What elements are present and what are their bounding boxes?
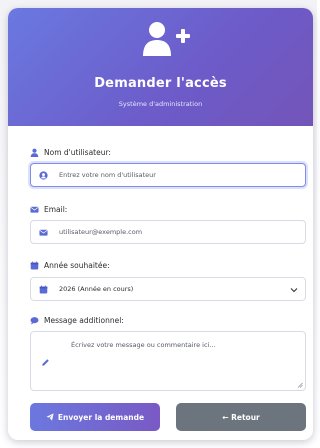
year-label: Année souhaitée: [30,261,110,270]
email-label-text: Email: [44,205,68,214]
message-textarea[interactable]: Écrivez votre message ou commentaire ici… [30,331,306,391]
username-input[interactable]: Entrez votre nom d'utilisateur [30,163,306,187]
chevron-down-icon [290,288,298,293]
comment-icon [30,317,39,325]
calendar-icon [30,261,39,270]
envelope-icon [30,206,39,213]
submit-request-button[interactable]: Envoyer la demande [30,403,160,431]
year-select[interactable]: 2026 (Année en cours) [30,277,306,301]
username-label-text: Nom d'utilisateur: [44,148,111,157]
user-icon [30,148,39,157]
envelope-icon [38,229,48,236]
message-label-text: Message additionnel: [44,316,124,325]
email-field-icon [31,221,55,243]
page-title: Demander l'accès [94,76,227,91]
page: Demander l'accès Système d'administratio… [0,0,317,448]
submit-button-label: Envoyer la demande [57,412,145,422]
user-circle-icon [38,170,48,180]
paper-plane-icon [46,413,54,421]
user-plus-icon [143,22,190,56]
message-label: Message additionnel: [30,316,124,325]
username-placeholder: Entrez votre nom d'utilisateur [59,171,156,179]
back-button[interactable]: ← Retour [176,403,306,431]
access-request-card: Demander l'accès Système d'administratio… [8,8,313,440]
message-placeholder: Écrivez votre message ou commentaire ici… [71,341,216,349]
page-subtitle: Système d'administration [118,100,203,108]
pencil-icon [42,359,49,366]
email-placeholder: utilisateur@exemple.com [59,228,143,236]
username-label: Nom d'utilisateur: [30,148,111,157]
card-header: Demander l'accès Système d'administratio… [8,8,313,126]
back-button-label: ← Retour [222,412,260,422]
username-field-icon [31,164,55,186]
email-label: Email: [30,205,67,214]
email-input[interactable]: utilisateur@exemple.com [30,220,306,244]
year-selected-value: 2026 (Année en cours) [59,285,134,293]
resize-handle-icon[interactable] [297,382,303,388]
calendar-icon [39,285,47,293]
year-field-icon [31,278,55,300]
year-label-text: Année souhaitée: [44,261,110,270]
